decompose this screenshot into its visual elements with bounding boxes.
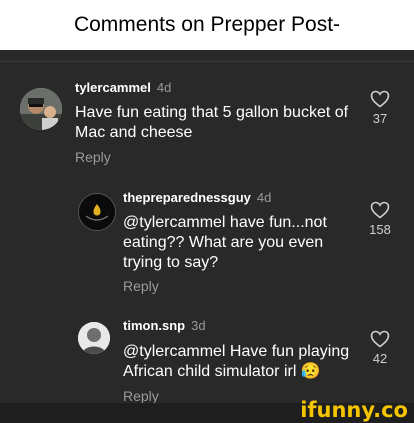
comment-text: @tylercammel Have fun playing African ch… <box>123 342 349 382</box>
username-text[interactable]: thepreparednessguy <box>123 190 251 205</box>
comment-line: @tylercammel Have fun playing <box>123 343 350 360</box>
like-button[interactable]: 158 <box>360 201 400 237</box>
comment-text: @tylercammel have fun...not eating?? Wha… <box>123 213 327 273</box>
like-count: 37 <box>372 111 388 126</box>
comment-line-text: African child simulator irl <box>123 363 297 380</box>
username-text[interactable]: timon.snp <box>123 318 185 333</box>
comment-line: Mac and cheese <box>75 124 193 141</box>
reply-button[interactable]: Reply <box>123 388 159 404</box>
avatar[interactable] <box>78 193 116 231</box>
comment-line: African child simulator irl 😥 <box>123 362 349 382</box>
heart-icon <box>370 90 390 108</box>
reply-button[interactable]: Reply <box>123 278 159 294</box>
username[interactable]: tylercammel 4d <box>75 80 171 95</box>
header-divider <box>0 61 414 62</box>
comment-line: eating?? What are you even <box>123 234 324 251</box>
comment-line: Have fun eating that 5 gallon bucket of <box>75 104 349 121</box>
username[interactable]: thepreparednessguy 4d <box>123 190 271 205</box>
ifunny-watermark: ifunny.co <box>300 398 408 422</box>
heart-icon <box>370 201 390 219</box>
username[interactable]: timon.snp 3d <box>123 318 206 333</box>
comment-age: 3d <box>191 318 206 333</box>
like-count: 42 <box>372 351 388 366</box>
like-count: 158 <box>369 222 391 237</box>
username-text[interactable]: tylercammel <box>75 80 151 95</box>
comment-line: trying to say? <box>123 254 219 271</box>
avatar[interactable] <box>78 322 110 354</box>
comment-line: @tylercammel have fun...not <box>123 214 327 231</box>
sad-face-emoji: 😥 <box>300 363 321 380</box>
reply-button[interactable]: Reply <box>75 149 111 165</box>
like-button[interactable]: 37 <box>360 90 400 126</box>
heart-icon <box>370 330 390 348</box>
like-button[interactable]: 42 <box>360 330 400 366</box>
comment-age: 4d <box>156 80 172 95</box>
avatar[interactable] <box>20 88 62 130</box>
comment-age: 4d <box>256 190 272 205</box>
comment-text: Have fun eating that 5 gallon bucket of … <box>75 103 348 143</box>
page-title: Comments on Prepper Post- <box>0 0 414 50</box>
